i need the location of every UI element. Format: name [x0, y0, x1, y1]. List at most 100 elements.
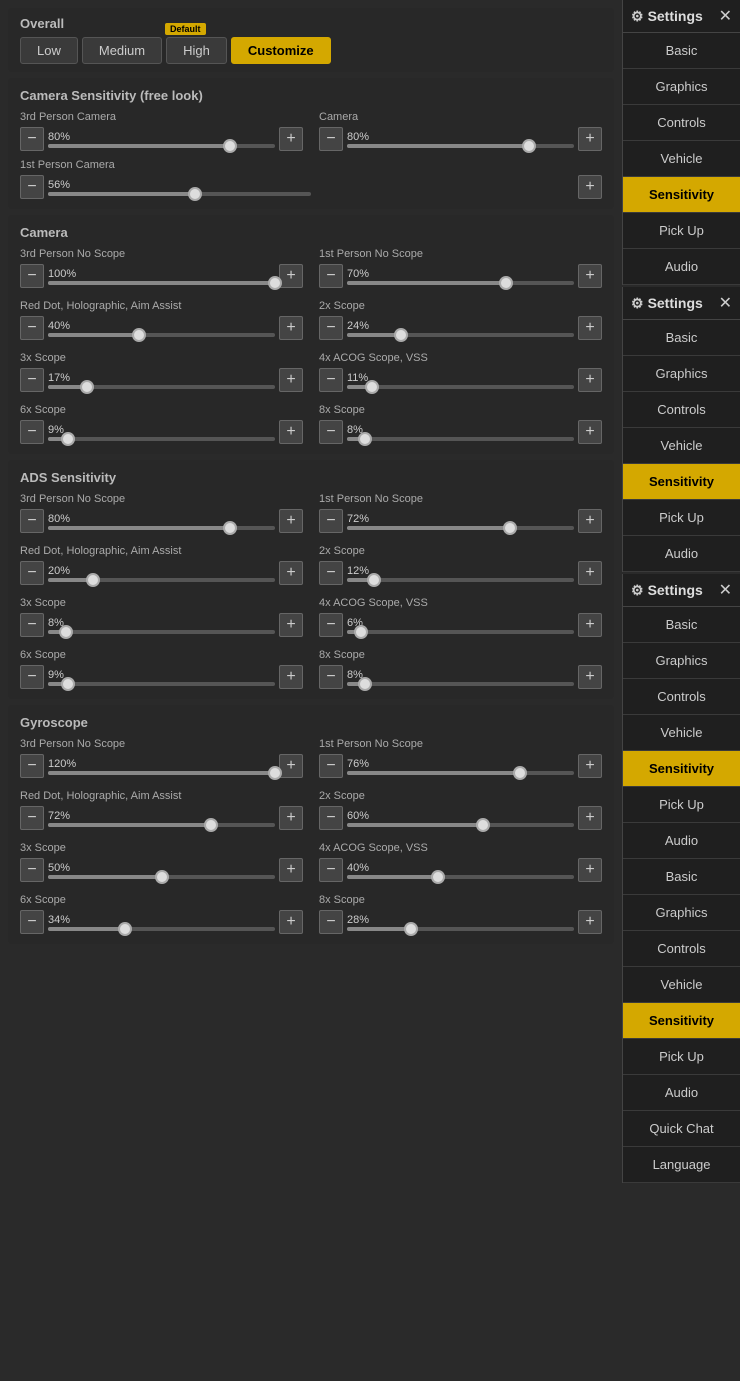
ads-6x-plus[interactable]: +	[279, 665, 303, 689]
ads-3rd-minus[interactable]: −	[20, 509, 44, 533]
ads-6x-track[interactable]	[48, 682, 275, 686]
sidebar-1-item-sensitivity[interactable]: Sensitivity	[623, 177, 740, 213]
ads-8x-track[interactable]	[347, 682, 574, 686]
cam-red-dot-minus[interactable]: −	[20, 316, 44, 340]
ads-red-dot-plus[interactable]: +	[279, 561, 303, 585]
gyro-4x-track[interactable]	[347, 875, 574, 879]
ads-8x-minus[interactable]: −	[319, 665, 343, 689]
cam-6x-plus[interactable]: +	[279, 420, 303, 444]
ads-3rd-track[interactable]	[48, 526, 275, 530]
cam-6x-minus[interactable]: −	[20, 420, 44, 444]
slider-3rd-person-camera-plus[interactable]: +	[279, 127, 303, 151]
cam-3x-track[interactable]	[48, 385, 275, 389]
cam-1st-no-scope-minus[interactable]: −	[319, 264, 343, 288]
sidebar-3-item-vehicle2[interactable]: Vehicle	[623, 967, 740, 1003]
gyro-3rd-plus[interactable]: +	[279, 754, 303, 778]
ads-1st-minus[interactable]: −	[319, 509, 343, 533]
sidebar-1-close[interactable]: ✕	[719, 6, 732, 26]
sidebar-3-item-controls2[interactable]: Controls	[623, 931, 740, 967]
cam-3x-minus[interactable]: −	[20, 368, 44, 392]
cam-4x-minus[interactable]: −	[319, 368, 343, 392]
ads-8x-plus[interactable]: +	[578, 665, 602, 689]
sidebar-3-item-pickup[interactable]: Pick Up	[623, 787, 740, 823]
sidebar-2-item-pickup[interactable]: Pick Up	[623, 500, 740, 536]
ads-3rd-plus[interactable]: +	[279, 509, 303, 533]
cam-6x-track[interactable]	[48, 437, 275, 441]
cam-3rd-no-scope-plus[interactable]: +	[279, 264, 303, 288]
ads-6x-minus[interactable]: −	[20, 665, 44, 689]
gyro-6x-plus[interactable]: +	[279, 910, 303, 934]
sidebar-3-item-quickchat[interactable]: Quick Chat	[623, 1111, 740, 1147]
gyro-2x-minus[interactable]: −	[319, 806, 343, 830]
cam-3x-plus[interactable]: +	[279, 368, 303, 392]
cam-8x-plus[interactable]: +	[578, 420, 602, 444]
ads-2x-minus[interactable]: −	[319, 561, 343, 585]
cam-2x-minus[interactable]: −	[319, 316, 343, 340]
sidebar-2-item-basic[interactable]: Basic	[623, 320, 740, 356]
sidebar-3-item-sensitivity[interactable]: Sensitivity	[623, 751, 740, 787]
cam-red-dot-plus[interactable]: +	[279, 316, 303, 340]
gyro-8x-minus[interactable]: −	[319, 910, 343, 934]
gyro-red-dot-plus[interactable]: +	[279, 806, 303, 830]
gyro-3rd-track[interactable]	[48, 771, 275, 775]
gyro-6x-minus[interactable]: −	[20, 910, 44, 934]
cam-2x-plus[interactable]: +	[578, 316, 602, 340]
gyro-1st-minus[interactable]: −	[319, 754, 343, 778]
gyro-3x-plus[interactable]: +	[279, 858, 303, 882]
sidebar-3-item-graphics2[interactable]: Graphics	[623, 895, 740, 931]
cam-1st-no-scope-plus[interactable]: +	[578, 264, 602, 288]
slider-3rd-person-camera-track-bg[interactable]	[48, 144, 275, 148]
sidebar-3-item-audio2[interactable]: Audio	[623, 1075, 740, 1111]
ads-3x-minus[interactable]: −	[20, 613, 44, 637]
ads-4x-minus[interactable]: −	[319, 613, 343, 637]
gyro-1st-plus[interactable]: +	[578, 754, 602, 778]
gyro-4x-minus[interactable]: −	[319, 858, 343, 882]
ads-4x-plus[interactable]: +	[578, 613, 602, 637]
sidebar-1-item-basic[interactable]: Basic	[623, 33, 740, 69]
sidebar-1-item-audio[interactable]: Audio	[623, 249, 740, 285]
gyro-6x-track[interactable]	[48, 927, 275, 931]
sidebar-2-item-controls[interactable]: Controls	[623, 392, 740, 428]
sidebar-3-item-language[interactable]: Language	[623, 1147, 740, 1183]
ads-1st-track[interactable]	[347, 526, 574, 530]
gyro-2x-plus[interactable]: +	[578, 806, 602, 830]
sidebar-1-item-vehicle[interactable]: Vehicle	[623, 141, 740, 177]
sidebar-2-close[interactable]: ✕	[719, 293, 732, 313]
slider-1st-person-camera-minus[interactable]: −	[20, 175, 44, 199]
cam-4x-plus[interactable]: +	[578, 368, 602, 392]
sidebar-2-item-vehicle[interactable]: Vehicle	[623, 428, 740, 464]
gyro-8x-track[interactable]	[347, 927, 574, 931]
sidebar-3-item-basic2[interactable]: Basic	[623, 859, 740, 895]
sidebar-3-item-basic[interactable]: Basic	[623, 607, 740, 643]
sidebar-2-item-sensitivity[interactable]: Sensitivity	[623, 464, 740, 500]
sidebar-3-item-graphics[interactable]: Graphics	[623, 643, 740, 679]
ads-1st-plus[interactable]: +	[578, 509, 602, 533]
sidebar-2-item-audio[interactable]: Audio	[623, 536, 740, 572]
gyro-3rd-minus[interactable]: −	[20, 754, 44, 778]
slider-1st-person-camera-plus[interactable]: +	[578, 175, 602, 199]
preset-low[interactable]: Low	[20, 37, 78, 64]
preset-customize[interactable]: Customize	[231, 37, 331, 64]
sidebar-3-item-controls[interactable]: Controls	[623, 679, 740, 715]
gyro-red-dot-minus[interactable]: −	[20, 806, 44, 830]
cam-3rd-no-scope-minus[interactable]: −	[20, 264, 44, 288]
ads-3x-track[interactable]	[48, 630, 275, 634]
sidebar-2-item-graphics[interactable]: Graphics	[623, 356, 740, 392]
sidebar-3-item-audio[interactable]: Audio	[623, 823, 740, 859]
slider-camera-plus[interactable]: +	[578, 127, 602, 151]
cam-1st-no-scope-track[interactable]	[347, 281, 574, 285]
sidebar-1-item-pickup[interactable]: Pick Up	[623, 213, 740, 249]
gyro-3x-track[interactable]	[48, 875, 275, 879]
sidebar-3-close[interactable]: ✕	[719, 580, 732, 600]
cam-2x-track[interactable]	[347, 333, 574, 337]
preset-high[interactable]: High	[166, 37, 227, 64]
cam-3rd-no-scope-track[interactable]	[48, 281, 275, 285]
slider-camera-track-bg[interactable]	[347, 144, 574, 148]
cam-red-dot-track[interactable]	[48, 333, 275, 337]
ads-3x-plus[interactable]: +	[279, 613, 303, 637]
sidebar-3-item-vehicle[interactable]: Vehicle	[623, 715, 740, 751]
ads-4x-track[interactable]	[347, 630, 574, 634]
slider-1st-person-camera-track-bg[interactable]	[48, 192, 311, 196]
cam-8x-track[interactable]	[347, 437, 574, 441]
ads-2x-track[interactable]	[347, 578, 574, 582]
